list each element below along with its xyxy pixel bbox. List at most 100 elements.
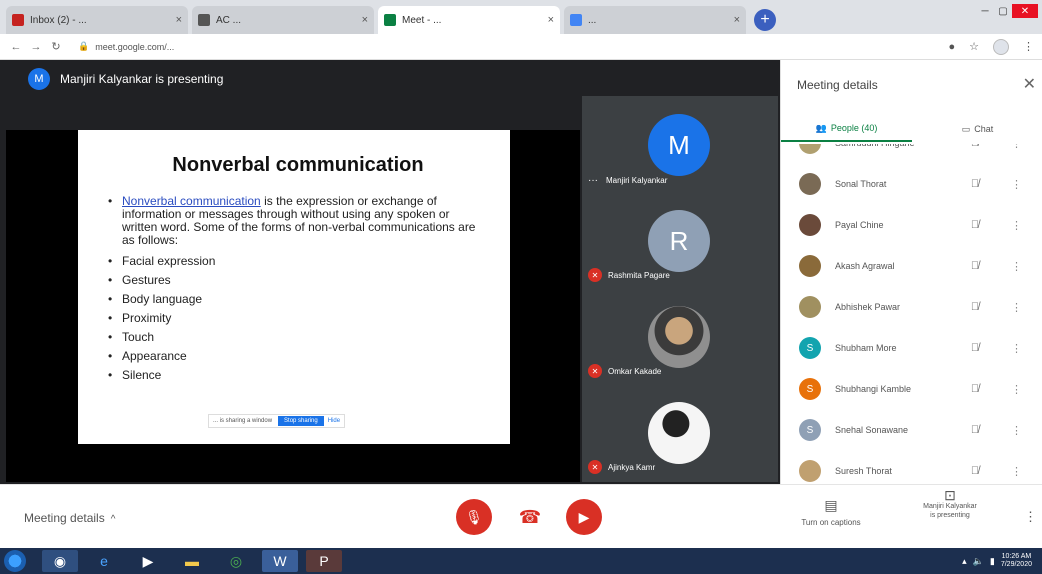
address-bar[interactable]: 🔒 meet.google.com/... [78, 41, 174, 52]
taskbar-media-icon[interactable]: ◉ [42, 550, 78, 572]
participant-caption: ✕ Ajinkya Kamr [588, 460, 655, 474]
people-list-item[interactable]: S Shubhangi Kamble 🎙̸ ⋮ [781, 372, 1042, 406]
mic-muted-icon: 🎙̸ [970, 342, 980, 354]
captions-icon: ▤ [824, 497, 838, 513]
bookmark-star-icon[interactable]: ☆ [969, 40, 979, 53]
taskbar-chrome-icon[interactable]: ◎ [218, 550, 254, 572]
more-dots-icon[interactable]: ··· [588, 175, 598, 186]
hide-sharing-bar-button[interactable]: Hide [324, 418, 344, 424]
mic-muted-icon: 🎙̸ [970, 219, 980, 231]
person-avatar [799, 144, 821, 154]
people-list-item[interactable]: Sonal Thorat 🎙̸ ⋮ [781, 167, 1042, 201]
mic-muted-icon: 🎙̸ [970, 465, 980, 477]
back-icon[interactable]: ← [8, 41, 24, 53]
forward-icon[interactable]: → [28, 41, 44, 53]
slide-intro-link[interactable]: Nonverbal communication [122, 194, 261, 208]
slide-bullet: Proximity [108, 312, 488, 326]
presenting-status-button[interactable]: ⊡ Manjiri Kalyankar is presenting [904, 488, 996, 520]
mic-muted-icon: 🎙̸ [970, 383, 980, 395]
network-icon[interactable]: ▮ [990, 556, 995, 567]
people-list-item[interactable]: S Shubham More 🎙̸ ⋮ [781, 331, 1042, 365]
people-list-item[interactable]: Akash Agrawal 🎙̸ ⋮ [781, 249, 1042, 283]
tab-close-icon[interactable]: × [176, 14, 182, 26]
sharing-bar: ... is sharing a window Stop sharing Hid… [208, 414, 346, 428]
more-options-icon[interactable]: ⋮ [1024, 509, 1037, 525]
browser-tab[interactable]: AC ... × [192, 6, 374, 34]
person-name: Abhishek Pawar [835, 302, 901, 312]
tab-people[interactable]: 👥 People (40) [781, 116, 912, 142]
person-more-icon[interactable]: ⋮ [1011, 144, 1022, 150]
meeting-details-toggle[interactable]: Meeting details ^ [24, 511, 115, 525]
tray-arrow-icon[interactable]: ▴ [962, 556, 967, 567]
person-more-icon[interactable]: ⋮ [1011, 301, 1022, 314]
taskbar-word-icon[interactable]: W [262, 550, 298, 572]
slide-title: Nonverbal communication [172, 154, 424, 176]
person-name: Akash Agrawal [835, 261, 895, 271]
start-button[interactable] [4, 550, 26, 572]
browser-tab[interactable]: ... × [564, 6, 746, 34]
microphone-off-button[interactable]: 🎙 [456, 499, 492, 535]
minimize-button[interactable]: ─ [976, 4, 994, 18]
person-avatar: S [799, 337, 821, 359]
profile-avatar[interactable] [993, 38, 1009, 55]
browser-toolbar: ← → ↻ 🔒 meet.google.com/... ● ☆ ⋮ [0, 34, 1042, 60]
slide-bullet: Touch [108, 331, 488, 345]
people-list-item[interactable]: Suresh Thorat 🎙̸ ⋮ [781, 454, 1042, 484]
person-more-icon[interactable]: ⋮ [1011, 260, 1022, 273]
people-list-item[interactable]: Payal Chine 🎙̸ ⋮ [781, 208, 1042, 242]
browser-tab[interactable]: Meet - ... × [378, 6, 560, 34]
people-list-item[interactable]: Samruddhi Hingane 🎙̸ ⋮ [781, 144, 1042, 160]
person-more-icon[interactable]: ⋮ [1011, 219, 1022, 232]
presenting-label: is presenting [930, 512, 970, 519]
stop-sharing-button[interactable]: Stop sharing [278, 416, 324, 426]
browser-menu-icon[interactable]: ⋮ [1023, 40, 1034, 53]
taskbar-media-player-icon[interactable]: ▶ [130, 550, 166, 572]
presenter-avatar: M [28, 68, 50, 90]
camera-indicator-icon[interactable]: ● [948, 41, 955, 53]
captions-button[interactable]: ▤ Turn on captions [788, 497, 874, 527]
presentation-area: Nonverbal communication Nonverbal commun… [6, 130, 580, 482]
participant-avatar [648, 306, 710, 368]
people-list-item[interactable]: Abhishek Pawar 🎙̸ ⋮ [781, 290, 1042, 324]
participant-name: Manjiri Kalyankar [606, 176, 668, 185]
new-tab-button[interactable]: + [754, 9, 776, 31]
reload-icon[interactable]: ↻ [48, 40, 64, 53]
browser-tab[interactable]: Inbox (2) - ... × [6, 6, 188, 34]
close-panel-icon[interactable]: ✕ [1023, 74, 1036, 94]
person-more-icon[interactable]: ⋮ [1011, 342, 1022, 355]
chat-icon: ▭ [961, 123, 971, 134]
taskbar-folder-icon[interactable]: ▬ [174, 550, 210, 572]
system-clock[interactable]: 10:26 AM 7/29/2020 [1001, 553, 1032, 569]
sharing-bar-text: ... is sharing a window [213, 418, 273, 424]
leave-call-button[interactable]: ☎ [516, 505, 544, 529]
participant-tile[interactable]: ✕ Omkar Kakade [582, 288, 778, 384]
person-more-icon[interactable]: ⋮ [1011, 178, 1022, 191]
participant-tile[interactable]: R ✕ Rashmita Pagare [582, 192, 778, 288]
people-list-item[interactable]: S Snehal Sonawane 🎙̸ ⋮ [781, 413, 1042, 447]
person-more-icon[interactable]: ⋮ [1011, 465, 1022, 478]
person-more-icon[interactable]: ⋮ [1011, 424, 1022, 437]
person-avatar [799, 173, 821, 195]
participant-tile[interactable]: ✕ Ajinkya Kamr [582, 384, 778, 480]
mic-muted-icon: ✕ [588, 460, 602, 474]
system-tray: ▴ 🔈 ▮ 10:26 AM 7/29/2020 [962, 553, 1042, 569]
participant-tile[interactable]: M ··· Manjiri Kalyankar [582, 96, 778, 192]
mic-muted-icon: 🎙̸ [970, 260, 980, 272]
tab-favicon-icon [198, 14, 210, 26]
person-avatar [799, 255, 821, 277]
volume-icon[interactable]: 🔈 [973, 556, 984, 567]
person-more-icon[interactable]: ⋮ [1011, 383, 1022, 396]
participant-caption: ··· Manjiri Kalyankar [588, 175, 667, 186]
camera-off-button[interactable]: ▶ [566, 499, 602, 535]
participant-tiles: M ··· Manjiri Kalyankar R ✕ Rashmita Pagare ✕ O… [582, 96, 778, 482]
taskbar-powerpoint-icon[interactable]: P [306, 550, 342, 572]
taskbar-ie-icon[interactable]: e [86, 550, 122, 572]
maximize-button[interactable]: ▢ [994, 4, 1012, 18]
tab-close-icon[interactable]: × [362, 14, 368, 26]
tab-chat[interactable]: ▭ Chat [912, 116, 1042, 142]
tab-title: ... [588, 14, 597, 26]
tab-close-icon[interactable]: × [548, 14, 554, 26]
tab-close-icon[interactable]: × [734, 14, 740, 26]
url-text: meet.google.com/... [95, 41, 175, 52]
close-window-button[interactable]: ✕ [1012, 4, 1038, 18]
